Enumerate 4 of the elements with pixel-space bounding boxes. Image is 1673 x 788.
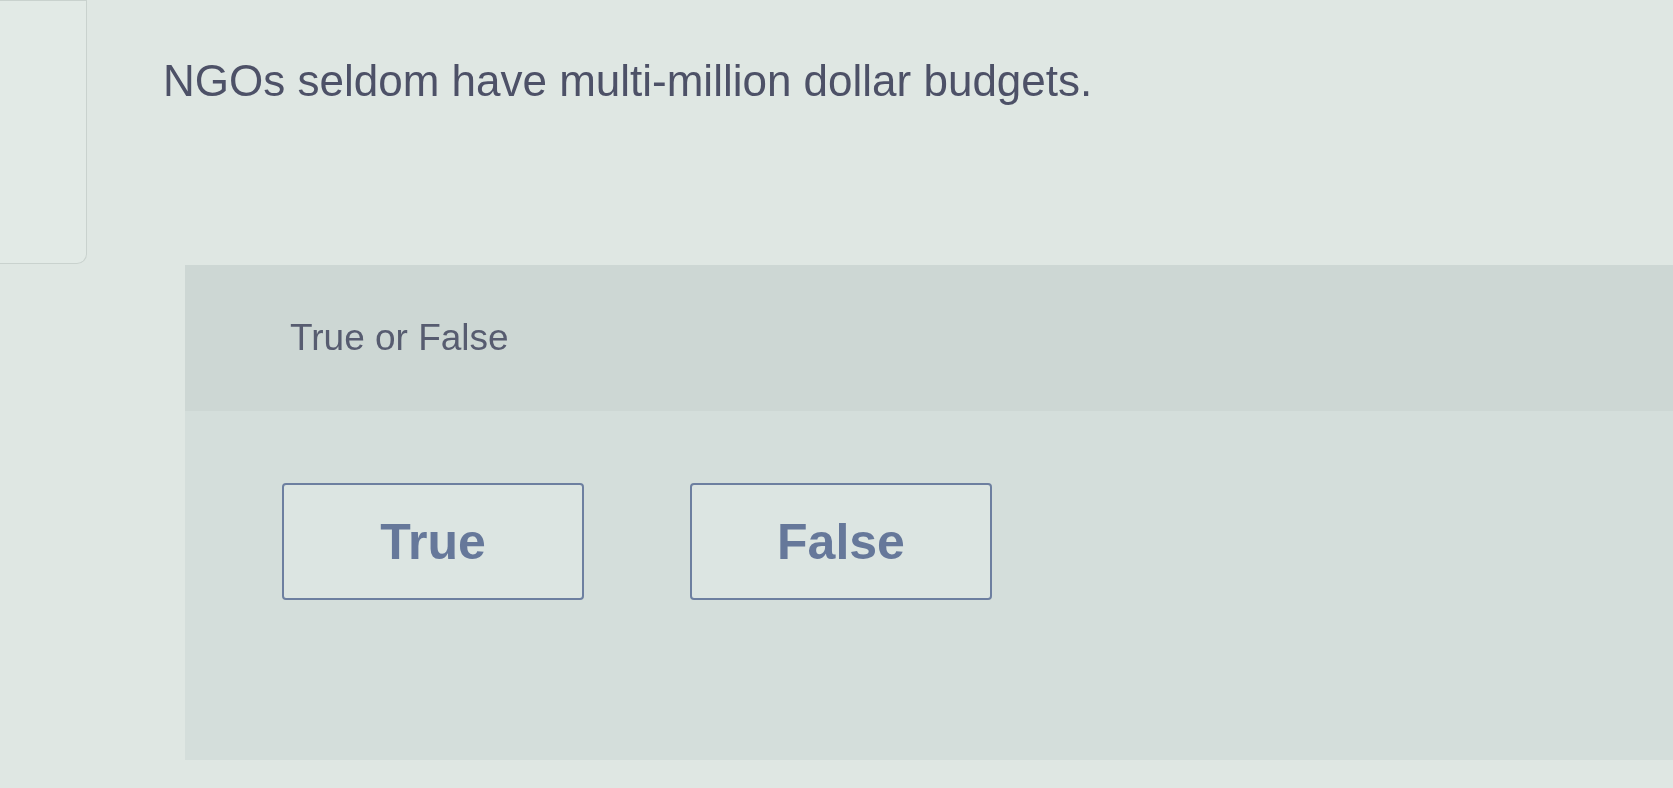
answer-option-button[interactable]: False [690,483,992,600]
question-text: NGOs seldom have multi-million dollar budgets. [163,56,1093,106]
prompt-label: True or False [290,317,509,359]
answer-option-button[interactable]: True [282,483,584,600]
